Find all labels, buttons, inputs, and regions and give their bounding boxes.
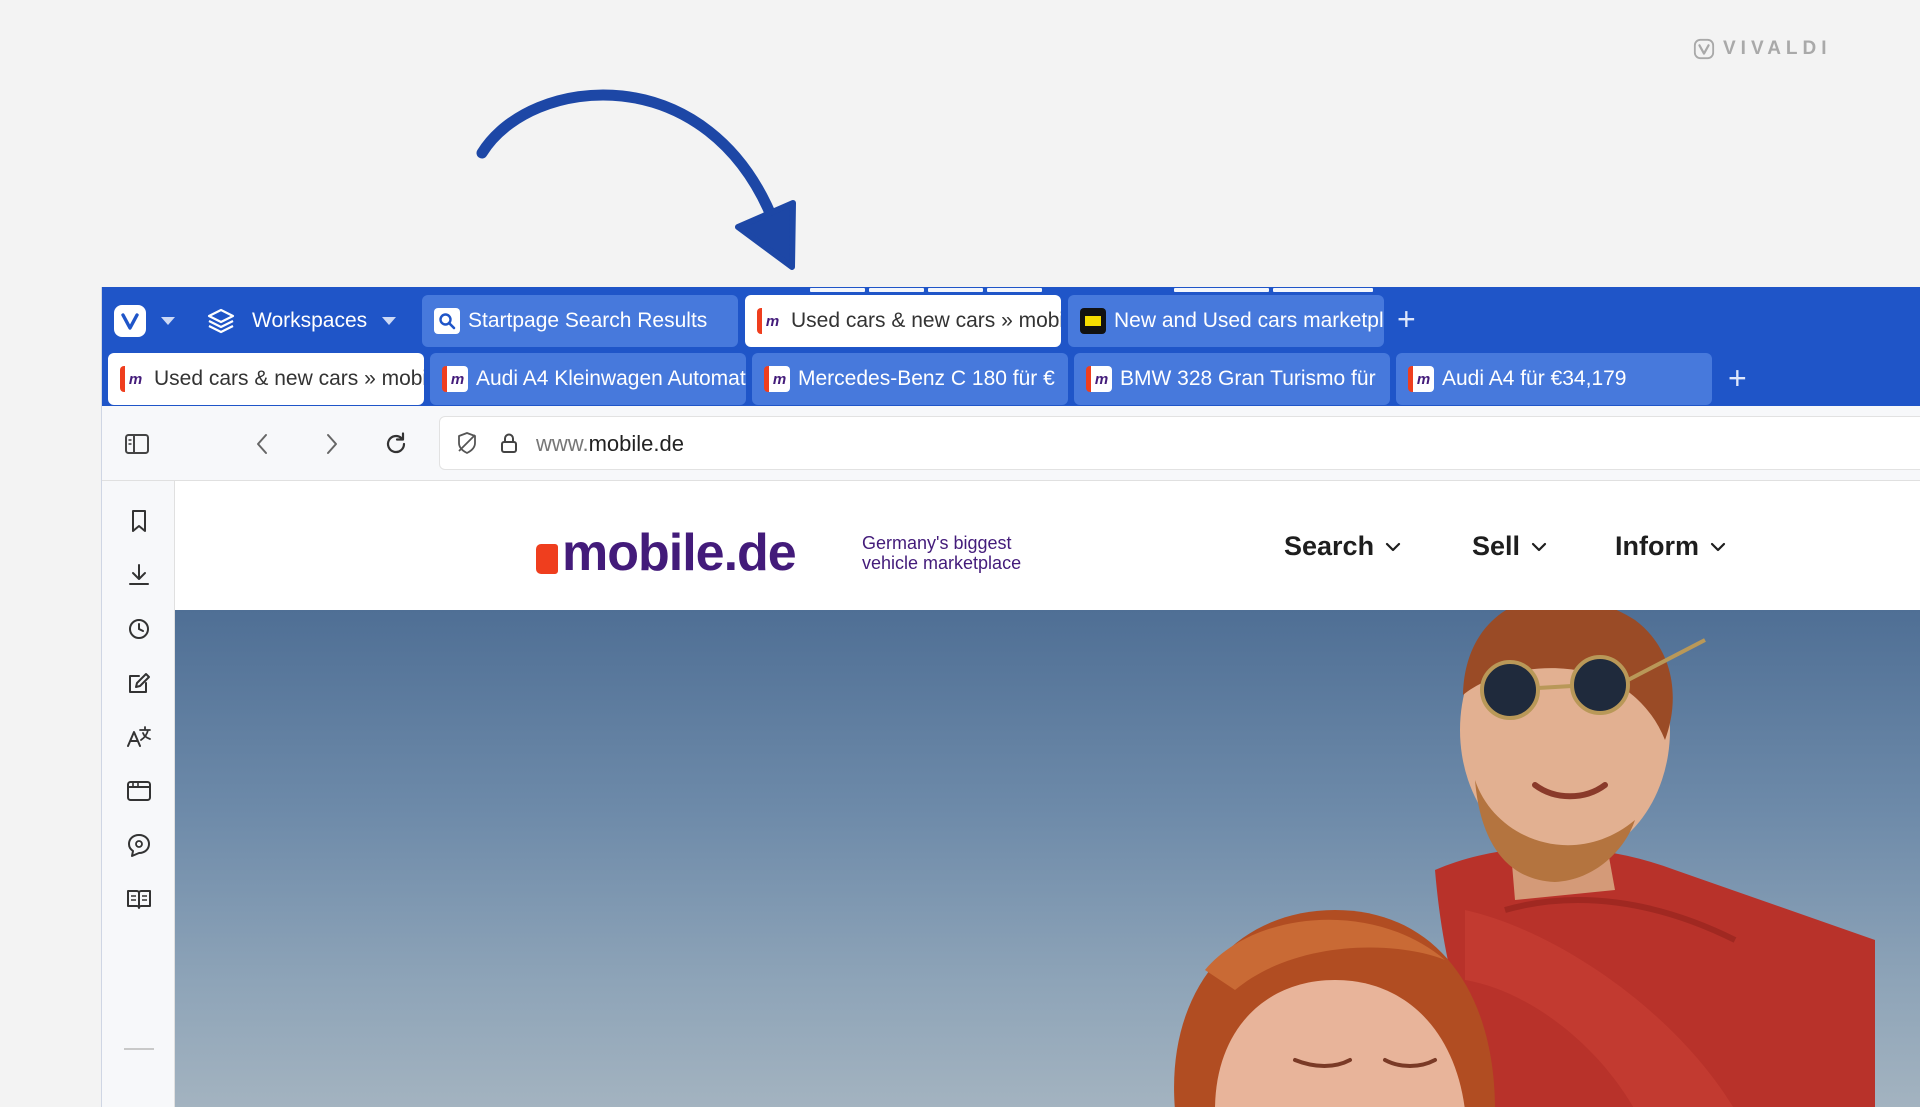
workspaces-icon[interactable] <box>206 306 236 336</box>
stack-tab-bmw-328[interactable]: m BMW 328 Gran Turismo für <box>1074 353 1390 405</box>
site-tagline: Germany's biggest vehicle marketplace <box>862 533 1022 573</box>
tab-mobile-de-stack[interactable]: m Used cars & new cars » mobile.de <box>745 295 1061 347</box>
stack-tab-audi-a4[interactable]: m Audi A4 für €34,179 <box>1396 353 1712 405</box>
notes-icon[interactable] <box>124 668 154 698</box>
tab-label: BMW 328 Gran Turismo für <box>1120 367 1376 390</box>
browser-window: Workspaces Startpage Search Results m Us… <box>101 287 1920 1107</box>
mobile-de-icon: m <box>757 308 783 334</box>
tab-stack-indicator <box>1174 288 1373 292</box>
logo-mark <box>536 544 558 574</box>
chevron-down-icon <box>1531 542 1547 551</box>
tab-label: Mercedes-Benz C 180 für € <box>798 367 1055 390</box>
menu-label: Sell <box>1472 531 1521 561</box>
stack-tab-mobile-de[interactable]: m Used cars & new cars » mobile.de <box>108 353 424 405</box>
mobile-de-icon: m <box>764 366 790 392</box>
mobile-de-icon: m <box>120 366 146 392</box>
chevron-down-icon[interactable] <box>161 317 175 325</box>
tab-stack-indicator <box>810 288 1042 292</box>
hero-image <box>175 610 1920 1107</box>
vivaldi-v-icon <box>121 313 139 330</box>
url-text[interactable]: www.mobile.de <box>536 431 684 457</box>
tab-label: Used cars & new cars » mobile.de <box>154 367 424 390</box>
mobile-de-icon: m <box>1408 366 1434 392</box>
address-bar: www.mobile.de <box>102 406 1920 481</box>
new-tab-in-stack-button[interactable]: + <box>1728 362 1747 394</box>
forward-icon[interactable] <box>317 430 345 458</box>
tab-bar-stack: m Used cars & new cars » mobile.de m Aud… <box>102 352 1920 406</box>
startpage-icon <box>434 308 460 334</box>
vivaldi-menu-button[interactable] <box>114 305 146 337</box>
stack-tab-audi-a4-kleinwagen[interactable]: m Audi A4 Kleinwagen Automatik <box>430 353 746 405</box>
reload-icon[interactable] <box>382 430 410 458</box>
tab-label: Startpage Search Results <box>468 309 708 332</box>
mobile-de-logo[interactable]: mobile.de <box>536 524 797 582</box>
vivaldi-logo-icon <box>1693 38 1715 60</box>
autoscout-icon <box>1080 308 1106 334</box>
vivaldi-wordmark: VIVALDI <box>1723 38 1832 59</box>
panel-divider <box>124 1048 154 1050</box>
tab-label: Audi A4 für €34,179 <box>1442 367 1627 390</box>
tab-label: New and Used cars marketplace <box>1114 309 1384 332</box>
downloads-icon[interactable] <box>124 560 154 590</box>
menu-inform[interactable]: Inform <box>1615 531 1727 562</box>
menu-search[interactable]: Search <box>1284 531 1402 562</box>
site-header: mobile.de Germany's biggest vehicle mark… <box>175 481 1920 610</box>
bookmarks-icon[interactable] <box>124 506 154 536</box>
stack-tab-mercedes-c180[interactable]: m Mercedes-Benz C 180 für € <box>752 353 1068 405</box>
workspaces-button[interactable]: Workspaces <box>252 309 367 333</box>
menu-label: Inform <box>1615 531 1699 561</box>
back-icon[interactable] <box>249 430 277 458</box>
translate-icon[interactable] <box>124 722 154 752</box>
tab-label: Audi A4 Kleinwagen Automatik <box>476 367 746 390</box>
reading-list-icon[interactable] <box>124 884 154 914</box>
web-page: mobile.de Germany's biggest vehicle mark… <box>175 481 1920 1107</box>
history-icon[interactable] <box>124 614 154 644</box>
mobile-de-icon: m <box>1086 366 1112 392</box>
chevron-down-icon <box>1710 542 1726 551</box>
panel-toggle-icon[interactable] <box>123 430 151 458</box>
vivaldi-watermark: VIVALDI <box>1693 38 1832 60</box>
tab-autoscout[interactable]: New and Used cars marketplace <box>1068 295 1384 347</box>
url-field[interactable]: www.mobile.de <box>439 416 1920 470</box>
menu-sell[interactable]: Sell <box>1472 531 1548 562</box>
chevron-down-icon <box>1385 542 1401 551</box>
new-tab-button[interactable]: + <box>1397 303 1416 335</box>
tracker-blocker-icon[interactable] <box>454 430 480 456</box>
lock-icon[interactable] <box>496 430 522 456</box>
annotation-arrow <box>476 89 796 270</box>
tab-startpage[interactable]: Startpage Search Results <box>422 295 738 347</box>
menu-label: Search <box>1284 531 1375 561</box>
tab-label: Used cars & new cars » mobile.de <box>791 309 1061 332</box>
side-panel <box>102 481 175 1107</box>
workspaces-chevron-icon[interactable] <box>382 317 396 325</box>
mobile-de-icon: m <box>442 366 468 392</box>
hero-illustration <box>1174 610 1875 1107</box>
window-panel-icon[interactable] <box>124 776 154 806</box>
tab-bar-top: Workspaces Startpage Search Results m Us… <box>102 287 1920 352</box>
logo-wordmark: mobile.de <box>562 524 797 582</box>
feed-reader-icon[interactable] <box>124 830 154 860</box>
